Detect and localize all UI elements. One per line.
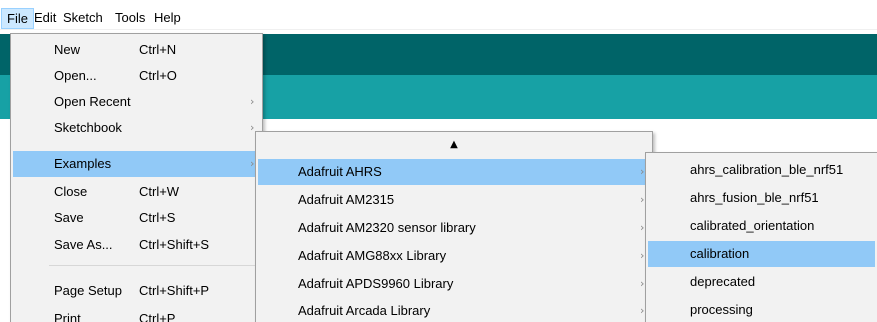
menu-item-shortcut: Ctrl+S — [139, 210, 176, 225]
menu-item-shortcut: Ctrl+W — [139, 184, 180, 199]
menu-item-label: Adafruit AM2315 — [298, 192, 395, 207]
chevron-right-icon: › — [640, 221, 645, 234]
file-menu: New Ctrl+N Open... Ctrl+O Open Recent › … — [10, 33, 263, 322]
chevron-right-icon: › — [640, 304, 645, 317]
menu-item-label: Close — [54, 184, 88, 199]
menu-item-shortcut: Ctrl+P — [139, 311, 176, 322]
menu-item-label: processing — [690, 302, 753, 317]
menu-item-label: Adafruit Arcada Library — [298, 303, 431, 318]
ahrs-item-ahrs-calibration-ble-nrf51[interactable]: ahrs_calibration_ble_nrf51 — [648, 157, 875, 183]
menu-item-label: Page Setup — [54, 283, 122, 298]
chevron-right-icon: › — [640, 193, 645, 206]
menu-item-label: calibrated_orientation — [690, 218, 815, 233]
chevron-right-icon: › — [640, 165, 645, 178]
ahrs-item-deprecated[interactable]: deprecated — [648, 269, 875, 295]
examples-item-adafruit-am2315[interactable]: Adafruit AM2315 › — [258, 187, 650, 213]
menu-item-label: New — [54, 42, 81, 57]
file-menu-item-close[interactable]: Close Ctrl+W — [13, 179, 260, 205]
chevron-right-icon: › — [250, 95, 255, 108]
menu-item-label: Adafruit AHRS — [298, 164, 382, 179]
ahrs-item-calibration[interactable]: calibration — [648, 241, 875, 267]
menu-edit[interactable]: Edit — [29, 8, 61, 29]
ahrs-item-processing[interactable]: processing — [648, 297, 875, 322]
examples-item-adafruit-am2320[interactable]: Adafruit AM2320 sensor library › — [258, 215, 650, 241]
chevron-right-icon: › — [250, 157, 255, 170]
menu-item-shortcut: Ctrl+Shift+S — [139, 237, 210, 252]
file-menu-item-examples[interactable]: Examples › — [13, 151, 260, 177]
ahrs-item-calibrated-orientation[interactable]: calibrated_orientation — [648, 213, 875, 239]
menu-item-label: deprecated — [690, 274, 756, 289]
menu-item-label: Print — [54, 311, 81, 322]
menu-item-label: Save As... — [54, 237, 113, 252]
menu-item-label: Save — [54, 210, 84, 225]
menu-item-shortcut: Ctrl+N — [139, 42, 177, 57]
file-menu-item-open[interactable]: Open... Ctrl+O — [13, 63, 260, 89]
menu-item-label: Adafruit APDS9960 Library — [298, 276, 454, 291]
examples-submenu: ▲ Adafruit AHRS › Adafruit AM2315 › Adaf… — [255, 131, 653, 322]
menu-item-label: Adafruit AMG88xx Library — [298, 248, 447, 263]
chevron-right-icon: › — [640, 277, 645, 290]
examples-item-adafruit-arcada[interactable]: Adafruit Arcada Library › — [258, 298, 650, 322]
menu-tools[interactable]: Tools — [110, 8, 150, 29]
menu-item-label: ahrs_calibration_ble_nrf51 — [690, 162, 844, 177]
ahrs-submenu: ahrs_calibration_ble_nrf51 ahrs_fusion_b… — [645, 152, 877, 322]
menu-item-shortcut: Ctrl+O — [139, 68, 177, 83]
ahrs-item-ahrs-fusion-ble-nrf51[interactable]: ahrs_fusion_ble_nrf51 — [648, 185, 875, 211]
file-menu-item-page-setup[interactable]: Page Setup Ctrl+Shift+P — [13, 278, 260, 304]
file-menu-item-sketchbook[interactable]: Sketchbook › — [13, 115, 260, 141]
examples-item-adafruit-ahrs[interactable]: Adafruit AHRS › — [258, 159, 650, 185]
scroll-up-arrow-icon[interactable]: ▲ — [258, 134, 650, 156]
menu-separator — [49, 265, 258, 266]
file-menu-item-open-recent[interactable]: Open Recent › — [13, 89, 260, 115]
menu-item-label: Open Recent — [54, 94, 131, 109]
menu-item-label: Examples — [54, 156, 112, 171]
menu-bar: File Edit Sketch Tools Help — [0, 0, 877, 30]
chevron-right-icon: › — [640, 249, 645, 262]
examples-item-adafruit-apds9960[interactable]: Adafruit APDS9960 Library › — [258, 271, 650, 297]
menu-item-label: Sketchbook — [54, 120, 122, 135]
examples-item-adafruit-amg88xx[interactable]: Adafruit AMG88xx Library › — [258, 243, 650, 269]
menu-item-shortcut: Ctrl+Shift+P — [139, 283, 210, 298]
file-menu-item-save[interactable]: Save Ctrl+S — [13, 205, 260, 231]
menu-help[interactable]: Help — [149, 8, 186, 29]
menu-item-label: Open... — [54, 68, 97, 83]
menu-sketch[interactable]: Sketch — [58, 8, 108, 29]
menu-item-label: Adafruit AM2320 sensor library — [298, 220, 476, 235]
file-menu-item-print[interactable]: Print Ctrl+P — [13, 306, 260, 322]
file-menu-item-save-as[interactable]: Save As... Ctrl+Shift+S — [13, 232, 260, 258]
file-menu-item-new[interactable]: New Ctrl+N — [13, 37, 260, 63]
menu-item-label: ahrs_fusion_ble_nrf51 — [690, 190, 819, 205]
chevron-right-icon: › — [250, 121, 255, 134]
menu-item-label: calibration — [690, 246, 750, 261]
